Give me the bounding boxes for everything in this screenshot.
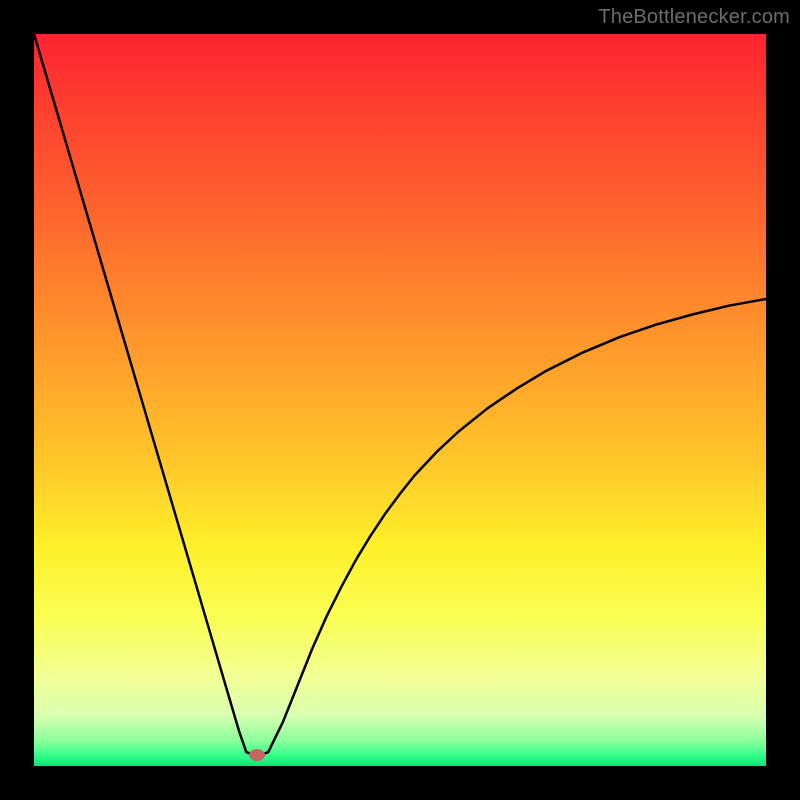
bottleneck-marker [249,749,265,761]
attribution-label: TheBottlenecker.com [598,6,790,29]
chart-frame: TheBottlenecker.com [0,0,800,800]
bottleneck-curve [34,34,766,766]
gradient-background [34,34,766,766]
plot-area [34,34,766,766]
